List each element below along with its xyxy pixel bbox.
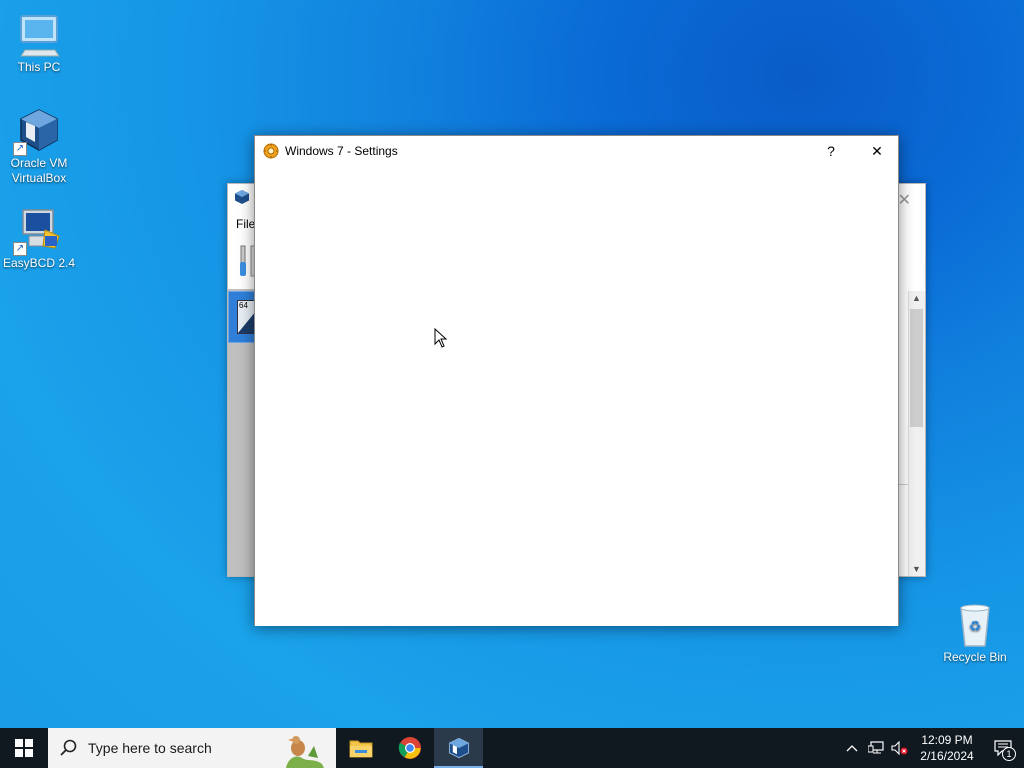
scroll-thumb[interactable] [910, 309, 923, 427]
notification-count-badge: 1 [1002, 747, 1016, 761]
search-placeholder: Type here to search [88, 740, 212, 756]
easybcd-icon: ↗ [13, 206, 63, 256]
settings-dialog[interactable]: Windows 7 - Settings ? ✕ [254, 135, 899, 626]
close-icon: ✕ [871, 142, 883, 159]
folder-icon [349, 740, 372, 758]
clock-time: 12:09 PM [921, 733, 973, 747]
desktop-icon-this-pc[interactable]: This PC [0, 10, 78, 75]
taskbar-virtualbox[interactable] [434, 728, 483, 768]
taskbar-file-explorer[interactable] [336, 728, 385, 768]
desktop-icon-label: This PC [17, 60, 61, 74]
mouse-cursor-icon [434, 327, 448, 353]
desktop-icon-virtualbox[interactable]: ↗ Oracle VM VirtualBox [0, 106, 78, 186]
desktop-icon-recycle-bin[interactable]: ♻ Recycle Bin [936, 600, 1014, 665]
clock-date: 2/16/2024 [920, 749, 974, 763]
desktop-icon-label: Recycle Bin [943, 650, 1007, 664]
start-button[interactable] [0, 728, 48, 768]
settings-gear-icon [263, 143, 279, 159]
dialog-titlebar[interactable]: Windows 7 - Settings ? ✕ [255, 136, 898, 166]
help-button[interactable]: ? [808, 136, 854, 166]
virtualbox-app-icon [234, 189, 250, 210]
system-tray: 12:09 PM 2/16/2024 1 [840, 728, 1024, 768]
volume-muted-icon[interactable] [888, 728, 912, 768]
help-icon: ? [827, 143, 835, 159]
virtualbox-icon: ↗ [13, 106, 63, 156]
dialog-title: Windows 7 - Settings [285, 144, 398, 158]
chevron-up-icon[interactable] [840, 728, 864, 768]
network-icon[interactable] [864, 728, 888, 768]
windows-logo-icon [15, 739, 33, 757]
shortcut-arrow-icon: ↗ [13, 142, 27, 156]
menu-file[interactable]: File [236, 217, 255, 231]
search-highlight-bird-icon [278, 728, 328, 768]
taskbar-chrome[interactable] [385, 728, 434, 768]
shortcut-arrow-icon: ↗ [13, 242, 27, 256]
desktop-icon-label: Oracle VM VirtualBox [10, 156, 68, 185]
notification-center-button[interactable]: 1 [982, 728, 1024, 768]
taskbar-search-box[interactable]: Type here to search [48, 728, 336, 768]
scroll-up-icon[interactable]: ▲ [911, 293, 922, 303]
taskbar: Type here to search 12:09 PM 2/16/2024 1 [0, 728, 1024, 768]
recycle-bin-icon: ♻ [951, 600, 999, 648]
scroll-down-icon[interactable]: ▼ [911, 564, 922, 574]
desktop-icon-label: EasyBCD 2.4 [2, 256, 76, 270]
chrome-icon [398, 737, 421, 759]
desktop-icon-easybcd[interactable]: ↗ EasyBCD 2.4 [0, 206, 78, 271]
close-button[interactable]: ✕ [854, 136, 900, 166]
virtualbox-icon [448, 737, 469, 759]
search-icon [60, 739, 77, 756]
dialog-content-area [255, 166, 898, 626]
vertical-scrollbar[interactable]: ▲ ▼ [908, 291, 925, 576]
computer-icon [15, 10, 63, 58]
close-icon[interactable]: ✕ [898, 190, 911, 210]
svg-text:♻: ♻ [969, 619, 982, 635]
taskbar-clock[interactable]: 12:09 PM 2/16/2024 [912, 732, 982, 764]
